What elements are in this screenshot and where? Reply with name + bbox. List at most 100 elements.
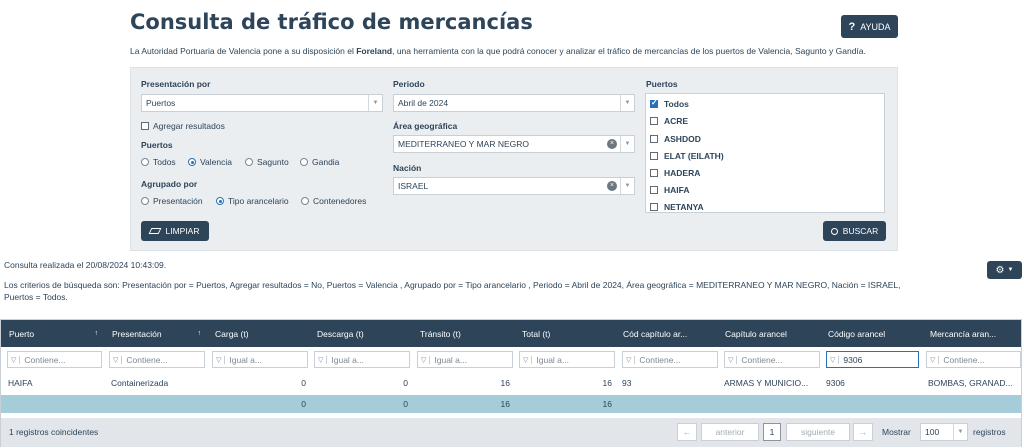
radio-icon <box>300 158 308 166</box>
intro-foreland-link: Foreland <box>356 46 393 56</box>
records-label: registros <box>973 427 1006 437</box>
agregar-checkbox[interactable]: Agregar resultados <box>141 121 225 131</box>
column-header-transito[interactable]: Tránsito (t) <box>420 320 515 347</box>
filter-presentacion[interactable]: ▽ Contiene... <box>109 351 205 368</box>
filter-total[interactable]: ▽ Igual a... <box>519 351 615 368</box>
sort-arrow-icon: ↑ <box>197 330 202 337</box>
grid-header: Puerto ↑ Presentación ↑ Carga (t) Descarga… <box>1 320 1021 347</box>
ports-listbox[interactable]: Todos ACRE ASHDOD ELAT (EILATH) HADERA H… <box>645 93 885 213</box>
radio-label: Tipo arancelario <box>228 196 289 206</box>
search-icon <box>830 227 838 235</box>
page-size-value: 100 <box>925 427 940 437</box>
filter-descarga[interactable]: ▽ Igual a... <box>314 351 410 368</box>
port-option-todos[interactable]: Todos <box>650 98 689 109</box>
periodo-select[interactable]: Abril de 2024 ▼ <box>393 94 635 112</box>
search-button[interactable]: BUSCAR <box>823 221 886 241</box>
eraser-icon <box>149 228 162 234</box>
prev-page-button[interactable]: anterior <box>701 423 759 441</box>
filter-codigo[interactable]: ▽ 9306 <box>826 351 919 368</box>
area-select[interactable]: MEDITERRANEO Y MAR NEGRO × ▼ <box>393 135 635 153</box>
port-option-label: ACRE <box>664 116 689 126</box>
filter-text: Igual a... <box>229 354 262 365</box>
last-page-button[interactable]: → <box>853 423 873 441</box>
radio-agrupado-presentacion[interactable]: Presentación <box>141 196 203 206</box>
radio-puerto-gandia[interactable]: Gandia <box>300 157 339 167</box>
column-header-carga[interactable]: Carga (t) <box>215 320 310 347</box>
column-header-presentacion[interactable]: Presentación ↑ <box>112 320 207 347</box>
radio-icon <box>141 197 149 205</box>
port-option-label: HAIFA <box>664 185 690 195</box>
nacion-select[interactable]: ISRAEL × ▼ <box>393 177 635 195</box>
checkbox-icon <box>650 117 658 125</box>
cell-total: 16 <box>602 378 612 388</box>
filter-cod-capitulo[interactable]: ▽ Contiene... <box>622 351 718 368</box>
cell-capitulo: ARMAS Y MUNICIO... <box>724 378 809 388</box>
question-icon: ? <box>848 20 856 33</box>
totals-row: 0 0 16 16 <box>1 395 1021 413</box>
radio-agrupado-contenedores[interactable]: Contenedores <box>301 196 366 206</box>
search-button-label: BUSCAR <box>842 226 879 236</box>
area-value: MEDITERRANEO Y MAR NEGRO <box>398 139 529 149</box>
filter-icon: ▽ <box>11 355 21 364</box>
filter-icon: ▽ <box>216 355 226 364</box>
column-header-label: Puerto <box>9 328 35 339</box>
first-page-button[interactable]: ← <box>677 423 697 441</box>
help-button[interactable]: ? AYUDA <box>841 15 898 38</box>
filter-mercancia[interactable]: ▽ Contiene... <box>926 351 1021 368</box>
port-option-acre[interactable]: ACRE <box>650 116 688 126</box>
filter-transito[interactable]: ▽ Igual a... <box>417 351 513 368</box>
presentacion-label: Presentación por <box>141 79 211 89</box>
column-header-descarga[interactable]: Descarga (t) <box>317 320 412 347</box>
cell-carga: 0 <box>301 378 306 388</box>
port-option-haifa[interactable]: HAIFA <box>650 185 690 195</box>
clear-button-label: LIMPIAR <box>165 226 200 236</box>
radio-puerto-sagunto[interactable]: Sagunto <box>245 157 289 167</box>
filter-icon: ▽ <box>421 355 431 364</box>
checkbox-checked-icon <box>650 98 658 108</box>
next-page-button[interactable]: siguiente <box>786 423 850 441</box>
radio-puerto-todos[interactable]: Todos <box>141 157 176 167</box>
page-title: Consulta de tráfico de mercancías <box>130 10 533 34</box>
filter-carga[interactable]: ▽ Igual a... <box>212 351 308 368</box>
column-header-codigo[interactable]: Código arancel <box>828 320 923 347</box>
settings-menu-button[interactable]: ⚙ ▼ <box>987 261 1022 279</box>
cell-mercancia: BOMBAS, GRANAD... <box>928 378 1013 388</box>
column-header-puerto[interactable]: Puerto ↑ <box>9 320 104 347</box>
page-number: 1 <box>769 427 775 437</box>
port-option-elat[interactable]: ELAT (EILATH) <box>650 151 724 161</box>
column-header-mercancia[interactable]: Mercancía aran... <box>930 320 1020 347</box>
port-option-ashdod[interactable]: ASHDOD <box>650 134 701 144</box>
caret-down-icon: ▼ <box>1007 267 1014 273</box>
clear-icon[interactable]: × <box>607 139 617 149</box>
chevron-down-icon: ▼ <box>620 178 634 194</box>
page-size-select[interactable]: 100 ▼ <box>920 423 968 441</box>
column-header-total[interactable]: Total (t) <box>522 320 617 347</box>
filter-capitulo[interactable]: ▽ Contiene... <box>724 351 820 368</box>
clear-icon[interactable]: × <box>607 181 617 191</box>
total-total: 16 <box>602 399 612 409</box>
port-option-label: NETANYA <box>664 202 704 212</box>
presentacion-select[interactable]: Puertos ▼ <box>141 94 383 112</box>
records-count: 1 registros coincidentes <box>9 427 99 437</box>
radio-label: Sagunto <box>257 157 289 167</box>
radio-puerto-valencia[interactable]: Valencia <box>188 157 232 167</box>
column-header-label: Tránsito (t) <box>420 328 461 339</box>
filter-puerto[interactable]: ▽ Contiene... <box>7 351 102 368</box>
nacion-value: ISRAEL <box>398 181 429 191</box>
filter-text: Contiene... <box>943 354 985 365</box>
radio-agrupado-tipo[interactable]: Tipo arancelario <box>216 196 289 206</box>
port-option-netanya[interactable]: NETANYA <box>650 202 704 212</box>
page-number-input[interactable]: 1 <box>763 423 781 441</box>
checkbox-icon <box>650 135 658 143</box>
next-label: siguiente <box>800 427 836 437</box>
sort-arrow-icon: ↑ <box>94 330 99 337</box>
column-header-cod-capitulo[interactable]: Cód capítulo ar... <box>623 320 718 347</box>
column-header-label: Descarga (t) <box>317 328 364 339</box>
checkbox-icon <box>650 186 658 194</box>
search-criteria-line1: Los criterios de búsqueda son: Presentac… <box>4 280 901 290</box>
filter-icon: ▽ <box>318 355 328 364</box>
clear-button[interactable]: LIMPIAR <box>141 221 209 241</box>
port-option-hadera[interactable]: HADERA <box>650 168 700 178</box>
radio-icon <box>141 158 149 166</box>
column-header-capitulo[interactable]: Capítulo arancel <box>725 320 820 347</box>
